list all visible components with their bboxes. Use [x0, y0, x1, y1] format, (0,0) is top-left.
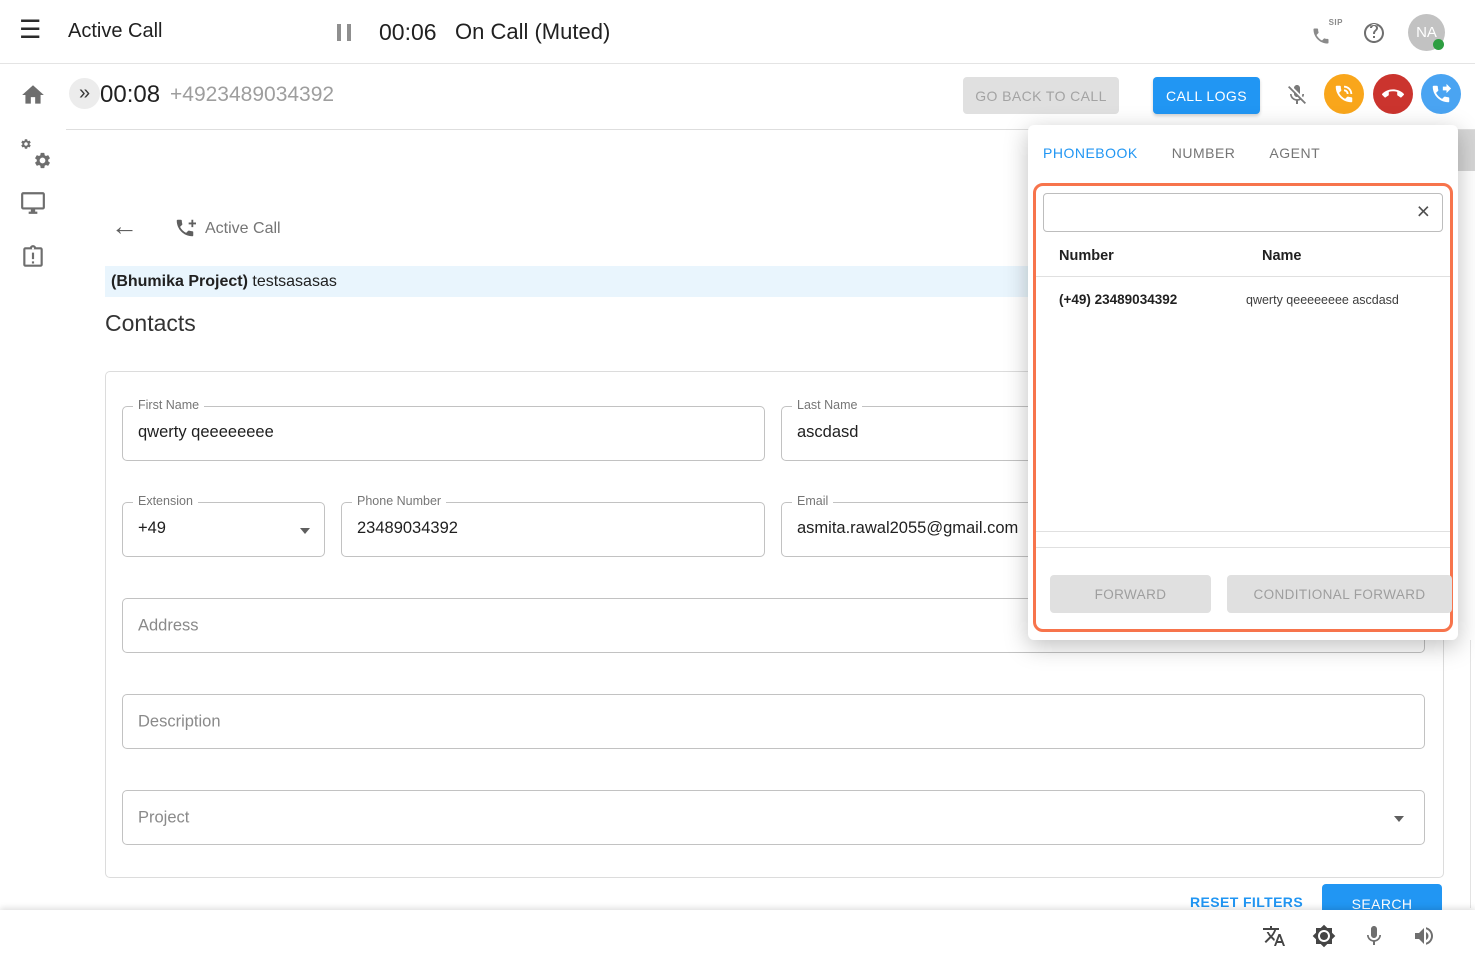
presence-status-dot: [1433, 39, 1444, 50]
project-select[interactable]: Project: [122, 790, 1425, 845]
phone-forward-button[interactable]: [1421, 74, 1461, 114]
pause-icon[interactable]: [337, 24, 351, 41]
call-logs-button[interactable]: CALL LOGS: [1153, 77, 1260, 114]
top-app-bar: ☰ Active Call 00:06 On Call (Muted) SIP …: [0, 0, 1475, 64]
bottom-bar: [0, 910, 1475, 961]
phone-number-value: 23489034392: [357, 519, 458, 538]
phonebook-panel: × Number Name (+49) 23489034392 qwerty q…: [1033, 183, 1453, 632]
actions-divider: [1036, 547, 1450, 548]
go-back-to-call-button[interactable]: GO BACK TO CALL: [963, 77, 1119, 114]
table-row[interactable]: (+49) 23489034392 qwerty qeeeeeeee ascda…: [1036, 278, 1450, 324]
expand-call-icon[interactable]: »: [69, 78, 100, 109]
speaker-icon[interactable]: [1412, 924, 1436, 948]
active-call-number: +4923489034392: [170, 83, 334, 107]
forward-popup: PHONEBOOK NUMBER AGENT × Number Name (+4…: [1028, 125, 1458, 640]
forward-button[interactable]: FORWARD: [1050, 575, 1211, 613]
page-title: Active Call: [68, 20, 162, 43]
address-label: Address: [138, 616, 199, 635]
tab-number[interactable]: NUMBER: [1172, 145, 1236, 161]
banner-text: testsasasas: [248, 273, 337, 290]
description-label: Description: [138, 712, 221, 731]
close-icon[interactable]: ×: [1417, 197, 1430, 227]
background-toolbar-strip: [1458, 129, 1475, 171]
hamburger-icon[interactable]: ☰: [19, 18, 41, 43]
mic-off-icon[interactable]: [1285, 83, 1309, 107]
left-sidebar: [0, 64, 66, 961]
tab-agent[interactable]: AGENT: [1269, 145, 1320, 161]
table-header: Number Name: [1036, 243, 1450, 277]
microphone-icon[interactable]: [1362, 924, 1386, 948]
content-edge-divider: [1470, 640, 1471, 908]
sidebar-item-settings[interactable]: [20, 137, 46, 163]
extension-select[interactable]: Extension +49: [122, 502, 325, 557]
last-name-value: ascdasd: [797, 423, 858, 442]
row-number-cell: (+49) 23489034392: [1059, 292, 1177, 307]
popup-tabs: PHONEBOOK NUMBER AGENT: [1043, 125, 1320, 180]
back-arrow-icon[interactable]: ←: [111, 213, 138, 240]
first-name-label: First Name: [133, 398, 204, 412]
sidebar-item-home[interactable]: [20, 82, 46, 108]
project-label: Project: [138, 808, 189, 827]
email-value: asmita.rawal2055@gmail.com: [797, 519, 1018, 538]
call-end-button[interactable]: [1373, 74, 1413, 114]
chevron-down-icon: [1394, 816, 1404, 822]
header-call-timer: 00:06: [379, 19, 437, 46]
chevron-down-icon: [300, 528, 310, 534]
row-name-cell: qwerty qeeeeeeee ascdasd: [1246, 293, 1399, 307]
extension-label: Extension: [133, 494, 198, 508]
banner-project-name: (Bhumika Project): [111, 273, 248, 290]
extension-value: +49: [138, 519, 166, 538]
phonebook-search: ×: [1043, 193, 1443, 232]
monitor-icon: [20, 190, 46, 216]
tab-phonebook[interactable]: PHONEBOOK: [1043, 145, 1138, 161]
sip-phone-icon[interactable]: SIP: [1311, 18, 1343, 48]
contacts-heading: Contacts: [105, 310, 196, 337]
call-status-text: On Call (Muted): [455, 19, 610, 45]
sidebar-item-reports[interactable]: [20, 244, 46, 270]
phone-number-label: Phone Number: [352, 494, 446, 508]
help-icon[interactable]: [1362, 21, 1386, 45]
table-bottom-divider: [1036, 531, 1450, 532]
first-name-field[interactable]: First Name qwerty qeeeeeeee: [122, 406, 765, 461]
reset-filters-button[interactable]: RESET FILTERS: [1190, 894, 1303, 910]
column-header-name: Name: [1262, 248, 1302, 264]
call-toolbar: » 00:08 +4923489034392 GO BACK TO CALL C…: [66, 64, 1475, 129]
active-call-timer: 00:08: [100, 81, 160, 109]
subpage-title: Active Call: [205, 220, 281, 238]
conditional-forward-button[interactable]: CONDITIONAL FORWARD: [1227, 575, 1452, 613]
first-name-value: qwerty qeeeeeeee: [138, 423, 274, 442]
sidebar-item-monitor[interactable]: [20, 190, 46, 216]
email-label: Email: [792, 494, 833, 508]
clipboard-alert-icon: [20, 244, 46, 270]
home-icon: [20, 82, 46, 108]
last-name-label: Last Name: [792, 398, 862, 412]
description-field[interactable]: Description: [122, 694, 1425, 749]
brightness-icon[interactable]: [1312, 924, 1336, 948]
column-header-number: Number: [1059, 248, 1114, 264]
phone-in-talk-button[interactable]: [1324, 74, 1364, 114]
add-call-icon: [174, 217, 196, 239]
phone-number-field[interactable]: Phone Number 23489034392: [341, 502, 765, 557]
translate-icon[interactable]: [1262, 924, 1286, 948]
app-root: ☰ Active Call 00:06 On Call (Muted) SIP …: [0, 0, 1475, 961]
phonebook-search-input[interactable]: [1052, 194, 1402, 231]
